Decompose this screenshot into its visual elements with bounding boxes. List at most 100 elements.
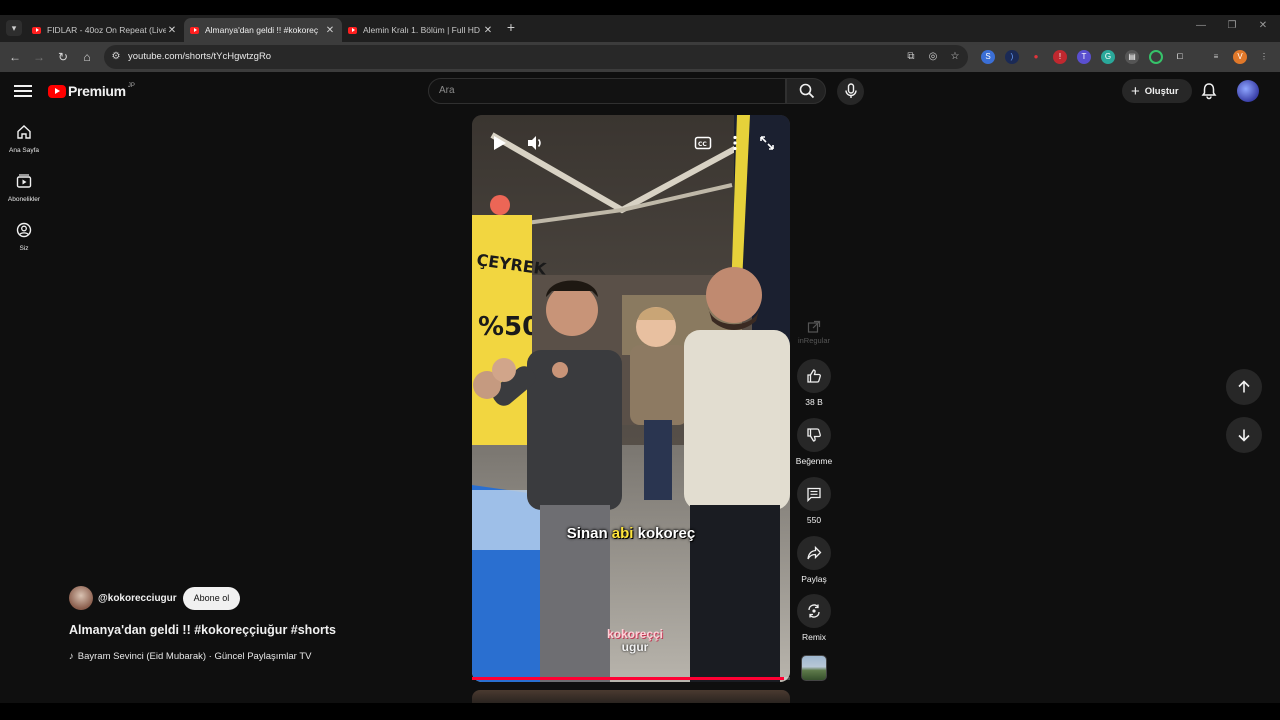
letterbox-bottom — [0, 703, 1280, 720]
svg-text:%50: %50 — [478, 312, 540, 342]
channel-avatar[interactable] — [69, 586, 93, 610]
channel-name[interactable]: @kokorecciugur — [98, 593, 177, 604]
caption-highlight: abi — [611, 525, 634, 542]
youtube-favicon-icon — [348, 26, 357, 34]
remix-button[interactable]: Remix — [794, 594, 834, 642]
more-options-icon[interactable] — [725, 133, 745, 153]
forward-icon[interactable]: → — [30, 48, 48, 66]
extension-icon[interactable]: ● — [1029, 50, 1043, 64]
subscriptions-icon — [16, 174, 32, 188]
install-app-icon[interactable]: ⧉ — [904, 51, 918, 63]
dislike-label: Beğenme — [795, 456, 833, 466]
puzzle-icon[interactable]: ⧠ — [1173, 50, 1187, 64]
comments-button[interactable]: 550 — [794, 477, 834, 525]
next-short-preview[interactable] — [472, 690, 790, 703]
youtube-play-logo-icon — [48, 84, 66, 98]
next-short-button[interactable] — [1226, 417, 1262, 453]
site-info-icon[interactable]: ⚙ — [110, 51, 122, 63]
extension-icon[interactable] — [1149, 50, 1163, 64]
video-progress-fill — [472, 677, 784, 680]
extension-icon[interactable]: ▤ — [1125, 50, 1139, 64]
address-bar[interactable]: ⚙ youtube.com/shorts/tYcHgwtzgRo ⧉ ◎ ☆ — [104, 45, 968, 69]
voice-search-button[interactable] — [837, 78, 864, 105]
video-progress-bar[interactable] — [472, 677, 790, 680]
browser-toolbar: ← → ↻ ⌂ ⚙ youtube.com/shorts/tYcHgwtzgRo… — [0, 42, 1280, 72]
arrow-down-icon — [1238, 429, 1250, 442]
restore-icon[interactable]: ❐ — [1225, 20, 1239, 31]
create-label: Oluştur — [1144, 85, 1179, 97]
close-window-icon[interactable]: ✕ — [1256, 20, 1270, 31]
search-icon — [799, 83, 815, 99]
tab-title: Alemin Kralı 1. Bölüm | Full HD — [363, 25, 480, 35]
share-icon — [807, 545, 822, 560]
captions-icon[interactable]: CC — [693, 133, 713, 153]
extension-icon[interactable]: T — [1077, 50, 1091, 64]
notifications-bell-icon[interactable] — [1200, 82, 1218, 100]
tab-search-button[interactable]: ▾ — [6, 20, 22, 36]
close-tab-icon[interactable]: ✕ — [324, 25, 336, 36]
like-button[interactable]: 38 B — [794, 359, 834, 407]
minimize-icon[interactable]: — — [1194, 20, 1208, 31]
tab-title: Almanya'dan geldi !! #kokoreç — [205, 25, 319, 35]
bookmark-star-icon[interactable]: ☆ — [948, 51, 962, 63]
browser-tab[interactable]: Alemin Kralı 1. Bölüm | Full HD ✕ — [342, 18, 500, 42]
music-note-icon: ♪ — [69, 651, 74, 662]
search-input[interactable] — [439, 85, 769, 96]
play-icon[interactable] — [489, 133, 509, 153]
sidebar-item-label: Abonelikler — [7, 196, 41, 203]
subscribe-button[interactable]: Abone ol — [182, 586, 241, 610]
extension-icon[interactable]: ! — [1053, 50, 1067, 64]
account-circle-icon — [16, 222, 32, 238]
profile-avatar[interactable]: V — [1233, 50, 1247, 64]
microphone-icon — [845, 83, 857, 98]
sidebar-item-home[interactable]: Ana Sayfa — [0, 124, 48, 154]
remix-label: Remix — [801, 632, 827, 642]
caption-word: kokoreç — [637, 525, 696, 542]
share-button[interactable]: Paylaş — [794, 536, 834, 584]
comment-count: 550 — [806, 515, 822, 525]
guide-menu-icon[interactable] — [14, 83, 32, 99]
plus-icon: + — [1131, 82, 1140, 100]
reload-icon[interactable]: ↻ — [54, 48, 72, 66]
close-tab-icon[interactable]: ✕ — [166, 25, 178, 36]
hide-eye-icon[interactable]: ◎ — [926, 51, 940, 63]
audio-track-label: Bayram Sevinci (Eid Mubarak) · Güncel Pa… — [77, 651, 312, 662]
volume-icon[interactable] — [525, 133, 545, 153]
sidebar-item-subscriptions[interactable]: Abonelikler — [0, 173, 48, 203]
youtube-logo[interactable]: Premium JP — [48, 83, 135, 99]
back-icon[interactable]: ← — [6, 48, 24, 66]
extension-icon[interactable]: G — [1101, 50, 1115, 64]
dislike-button[interactable]: Beğenme — [794, 418, 834, 466]
caption-word: Sinan — [566, 525, 608, 542]
sidebar-item-you[interactable]: Siz — [0, 222, 48, 252]
media-control-icon[interactable]: ≡ — [1209, 50, 1223, 64]
audio-track-link[interactable]: ♪ Bayram Sevinci (Eid Mubarak) · Güncel P… — [69, 651, 311, 662]
tab-title: FIDLAR - 40oz On Repeat (Live — [47, 25, 166, 35]
browser-menu-icon[interactable]: ⋮ — [1257, 50, 1271, 64]
comment-icon — [807, 487, 821, 502]
svg-text:CC: CC — [698, 141, 707, 148]
account-avatar[interactable] — [1237, 80, 1259, 102]
extension-icon[interactable]: S — [981, 50, 995, 64]
create-button[interactable]: + Oluştur — [1122, 79, 1192, 103]
search-button[interactable] — [786, 78, 826, 104]
audio-track-thumbnail[interactable] — [801, 655, 827, 681]
home-icon[interactable]: ⌂ — [78, 48, 96, 66]
shorts-video-player[interactable]: ÇEYREK %50 Sinan abi kokoreç kokoreççi u… — [472, 115, 790, 682]
youtube-favicon-icon — [190, 26, 199, 34]
like-count: 38 B — [805, 397, 823, 407]
channel-row: @kokorecciugur Abone ol — [69, 586, 241, 610]
extension-icon[interactable]: ) — [1005, 50, 1019, 64]
thumbs-down-icon — [807, 428, 821, 442]
external-link-button[interactable]: inRegular — [794, 320, 834, 345]
fullscreen-icon[interactable] — [757, 133, 777, 153]
new-tab-button[interactable]: + — [504, 19, 518, 35]
letterbox-top — [0, 0, 1280, 15]
browser-tab[interactable]: FIDLAR - 40oz On Repeat (Live ✕ — [26, 18, 184, 42]
close-tab-icon[interactable]: ✕ — [482, 25, 494, 36]
previous-short-button[interactable] — [1226, 369, 1262, 405]
browser-tab-active[interactable]: Almanya'dan geldi !! #kokoreç ✕ — [184, 18, 342, 42]
external-link-label: inRegular — [797, 336, 831, 345]
thumbs-up-icon — [807, 369, 821, 383]
youtube-favicon-icon — [32, 26, 41, 34]
